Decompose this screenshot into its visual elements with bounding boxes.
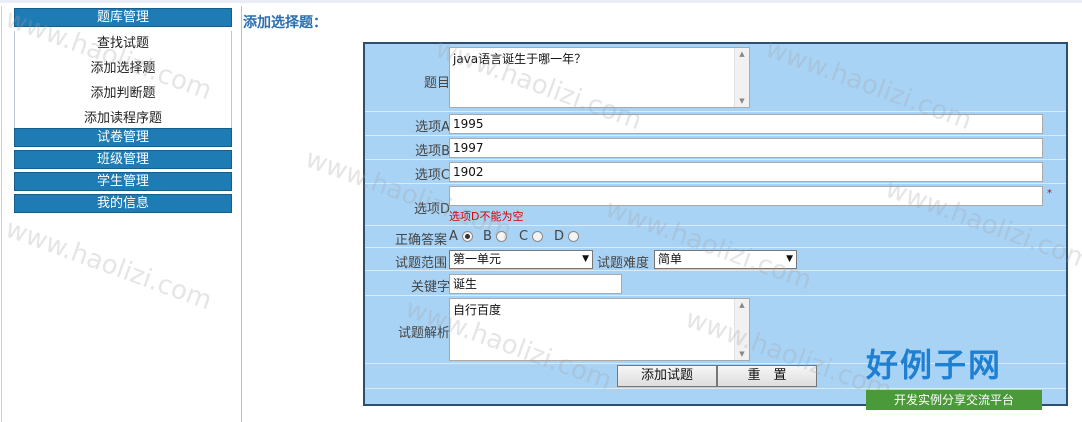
row-keyword: 关键字 诞生 <box>365 271 1066 296</box>
option-d-input[interactable] <box>449 186 1043 206</box>
analysis-label: 试题解析 <box>397 326 450 341</box>
radio-d[interactable] <box>568 231 580 242</box>
answer-option-d[interactable]: D <box>554 229 580 244</box>
scroll-up-icon[interactable]: ▲ <box>735 48 749 60</box>
menu-question-bank[interactable]: 题库管理 <box>14 8 232 27</box>
row-scope: 试题范围 第一单元 ▼ 试题难度 简单 ▼ <box>365 248 1066 271</box>
sidebar-item-add-choice[interactable]: 添加选择题 <box>15 56 231 81</box>
scope-select[interactable]: 第一单元 ▼ <box>449 250 593 269</box>
row-option-c: 选项C 1902 <box>365 160 1066 184</box>
analysis-textarea[interactable]: 自行百度 ▲ ▼ <box>449 298 750 361</box>
option-a-input[interactable]: 1995 <box>449 114 1043 134</box>
page-title: 添加选择题： <box>243 15 327 31</box>
analysis-text: 自行百度 <box>453 303 502 317</box>
sidebar-item-add-judgement[interactable]: 添加判断题 <box>15 81 231 106</box>
menu-exam-paper[interactable]: 试卷管理 <box>14 128 232 147</box>
answer-option-c[interactable]: C <box>519 229 544 244</box>
difficulty-label: 试题难度 <box>597 256 650 271</box>
question-textarea[interactable]: java语言诞生于哪一年？ ▲ ▼ <box>449 47 750 108</box>
menu-student[interactable]: 学生管理 <box>14 172 232 191</box>
row-option-a: 选项A 1995 <box>365 112 1066 136</box>
answer-d-text: D <box>554 229 565 244</box>
row-answer: 正确答案 A B C D <box>365 226 1066 248</box>
option-b-label: 选项B <box>415 144 450 159</box>
answer-label: 正确答案 <box>394 233 447 248</box>
keyword-input[interactable]: 诞生 <box>449 274 622 294</box>
scroll-down-icon[interactable]: ▼ <box>735 348 749 360</box>
sidebar: 题库管理 查找试题 添加选择题 添加判断题 添加读程序题 试卷管理 班级管理 学… <box>1 6 242 422</box>
option-d-label: 选项D <box>413 202 450 217</box>
question-scrollbar[interactable]: ▲ ▼ <box>734 48 749 107</box>
keyword-label: 关键字 <box>410 280 450 295</box>
option-a-label: 选项A <box>415 120 450 135</box>
question-text: java语言诞生于哪一年？ <box>453 52 587 66</box>
option-c-input[interactable]: 1902 <box>449 162 1043 182</box>
difficulty-select[interactable]: 简单 ▼ <box>654 250 797 269</box>
row-option-d: 选项D * 选项D不能为空 <box>365 184 1066 226</box>
site-logo: 好例子网 开发实例分享交流平台 <box>866 340 1044 412</box>
row-option-b: 选项B 1997 <box>365 136 1066 160</box>
answer-option-b[interactable]: B <box>483 229 508 244</box>
dropdown-arrow-icon: ▼ <box>786 254 793 264</box>
analysis-scrollbar[interactable]: ▲ ▼ <box>734 299 749 360</box>
add-question-button[interactable]: 添加试题 <box>617 365 717 387</box>
scroll-up-icon[interactable]: ▲ <box>735 299 749 311</box>
difficulty-value: 简单 <box>658 252 683 266</box>
submenu-question-bank: 查找试题 添加选择题 添加判断题 添加读程序题 <box>14 31 232 132</box>
sidebar-item-find-question[interactable]: 查找试题 <box>15 31 231 56</box>
reset-button[interactable]: 重 置 <box>717 365 817 387</box>
question-label: 题目 <box>423 76 450 91</box>
radio-b[interactable] <box>496 231 508 242</box>
logo-subtitle: 开发实例分享交流平台 <box>866 390 1042 410</box>
answer-c-text: C <box>519 229 529 244</box>
radio-a[interactable] <box>462 231 474 242</box>
logo-title: 好例子网 <box>866 346 1003 384</box>
dropdown-arrow-icon: ▼ <box>582 254 589 264</box>
menu-class[interactable]: 班级管理 <box>14 150 232 169</box>
scope-label: 试题范围 <box>394 256 447 271</box>
scope-value: 第一单元 <box>453 252 502 266</box>
option-d-error: 选项D不能为空 <box>449 210 524 223</box>
radio-c[interactable] <box>532 231 544 242</box>
option-c-label: 选项C <box>414 168 450 183</box>
scroll-down-icon[interactable]: ▼ <box>735 95 749 107</box>
answer-option-a[interactable]: A <box>449 229 474 244</box>
top-border <box>0 0 1082 3</box>
required-mark: * <box>1047 188 1052 199</box>
option-b-input[interactable]: 1997 <box>449 138 1043 158</box>
answer-b-text: B <box>483 229 492 244</box>
menu-my-info[interactable]: 我的信息 <box>14 194 232 213</box>
answer-a-text: A <box>449 229 458 244</box>
row-question: 题目 java语言诞生于哪一年？ ▲ ▼ <box>365 44 1066 112</box>
